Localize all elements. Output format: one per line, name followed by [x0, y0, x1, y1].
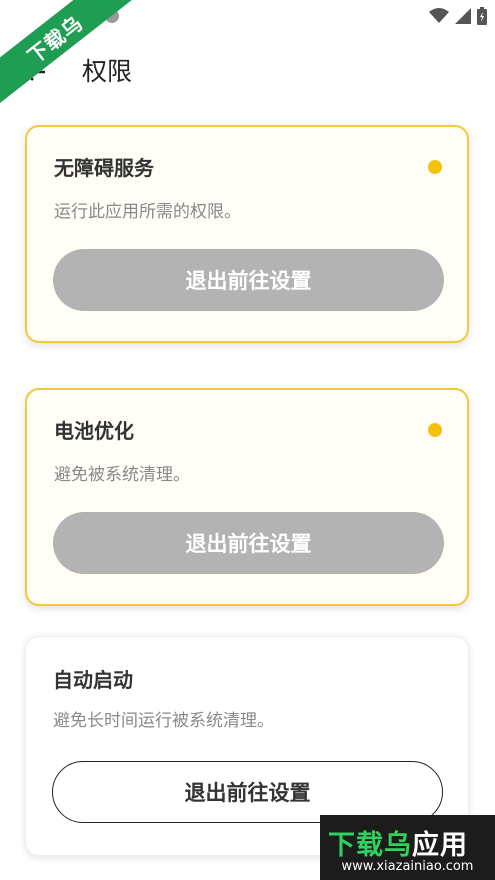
go-to-settings-button[interactable]: 退出前往设置: [52, 761, 443, 823]
card-description: 运行此应用所需的权限。: [54, 202, 241, 222]
watermark-brand-suffix: 应用: [412, 830, 468, 861]
app-bar: 权限: [0, 40, 495, 104]
permission-card-battery: 电池优化 避免被系统清理。 退出前往设置: [25, 388, 469, 606]
watermark-brand-text: 下载乌: [328, 830, 412, 861]
go-to-settings-button[interactable]: 退出前往设置: [53, 249, 444, 311]
card-title: 无障碍服务: [54, 156, 154, 180]
wifi-icon: [429, 8, 449, 23]
battery-icon: [477, 7, 487, 25]
card-description: 避免长时间运行被系统清理。: [53, 711, 274, 731]
status-dot-icon: [428, 160, 442, 174]
watermark-brand: 下载乌应用: [328, 823, 468, 862]
go-to-settings-button[interactable]: 退出前往设置: [53, 512, 444, 574]
card-title: 自动启动: [53, 668, 133, 692]
watermark-url: www.xiazainiao.com: [341, 859, 474, 874]
status-icons: [429, 7, 487, 25]
card-description: 避免被系统清理。: [54, 465, 190, 485]
watermark-bottom: 下载乌应用 www.xiazainiao.com: [320, 815, 495, 880]
status-dot-icon: [428, 423, 442, 437]
permission-card-accessibility: 无障碍服务 运行此应用所需的权限。 退出前往设置: [25, 125, 469, 343]
card-title: 电池优化: [54, 419, 134, 443]
signal-icon: [455, 8, 471, 24]
page-title: 权限: [82, 57, 133, 86]
